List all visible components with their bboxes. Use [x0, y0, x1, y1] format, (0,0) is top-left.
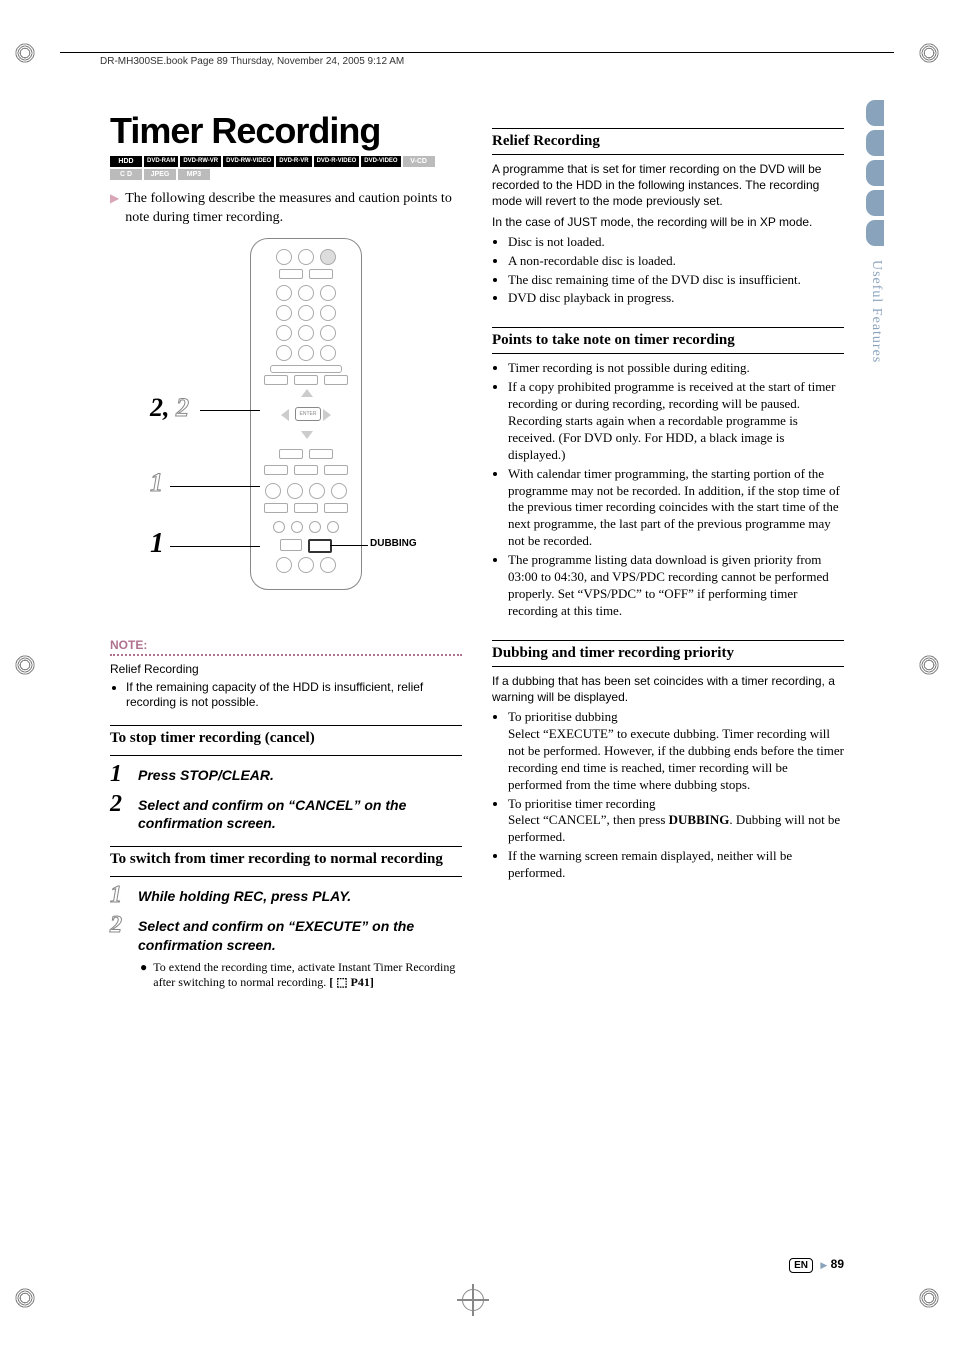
format-badge: DVD-RW-VIDEO: [223, 156, 274, 167]
list-item: To prioritise timer recording Select “CA…: [508, 796, 844, 847]
side-tab-icon: [866, 100, 884, 126]
step-number-outline: 1: [110, 883, 130, 907]
page-number: 89: [831, 1257, 844, 1271]
section-rule: [110, 755, 462, 756]
step-text: Select and confirm on “CANCEL” on the co…: [138, 796, 462, 832]
step-text: Press STOP/CLEAR.: [138, 766, 274, 784]
list-item: To prioritise dubbing Select “EXECUTE” t…: [508, 709, 844, 793]
triangle-right-icon: ▶: [110, 190, 119, 228]
format-badge: DVD-R-VR: [276, 156, 311, 167]
section-rule: [110, 876, 462, 877]
section-head-switch: To switch from timer recording to normal…: [110, 851, 462, 868]
format-badges: HDD DVD-RAM DVD-RW-VR DVD-RW-VIDEO DVD-R…: [110, 156, 462, 180]
list-item: With calendar timer programming, the sta…: [508, 466, 844, 550]
format-badge-disabled: MP3: [178, 169, 210, 180]
step-text: While holding REC, press PLAY.: [138, 887, 351, 905]
side-tab-icon: [866, 160, 884, 186]
step-number: 2: [110, 792, 130, 816]
list-item: Disc is not loaded.: [508, 234, 844, 251]
note-label: NOTE:: [110, 638, 462, 652]
crop-mark-icon: [10, 650, 40, 680]
format-badge: DVD-RW-VR: [180, 156, 221, 167]
header-rule: [60, 52, 894, 53]
dubbing-callout-label: DUBBING: [370, 538, 417, 549]
page-title: Timer Recording: [110, 110, 462, 152]
crop-mark-icon: [914, 650, 944, 680]
list-item: The programme listing data download is g…: [508, 552, 844, 620]
list-item: A non-recordable disc is loaded.: [508, 253, 844, 270]
format-badge-disabled: V-CD: [403, 156, 435, 167]
section-head-stop: To stop timer recording (cancel): [110, 730, 462, 747]
note-subhead: Relief Recording: [110, 662, 462, 676]
section-head-points: Points to take note on timer recording: [492, 327, 844, 354]
triangle-right-icon: ▶: [820, 1260, 827, 1270]
side-tab-icon: [866, 220, 884, 246]
section-rule: [110, 846, 462, 847]
format-badge: DVD-VIDEO: [361, 156, 400, 167]
header-meta: DR-MH300SE.book Page 89 Thursday, Novemb…: [100, 56, 404, 67]
list-item: DVD disc playback in progress.: [508, 290, 844, 307]
step-number: 1: [110, 762, 130, 786]
callout-step-2: 2, 2: [150, 393, 189, 423]
relief-para: In the case of JUST mode, the recording …: [492, 214, 844, 230]
sub-bullet: ● To extend the recording time, activate…: [140, 960, 462, 990]
side-tab-icon: [866, 190, 884, 216]
relief-para: A programme that is set for timer record…: [492, 161, 844, 210]
format-badge: HDD: [110, 156, 142, 167]
callout-step-1-outline: 1: [150, 468, 163, 498]
list-item: If a copy prohibited programme is receiv…: [508, 379, 844, 463]
crop-mark-icon: [914, 38, 944, 68]
step-number-outline: 2: [110, 913, 130, 937]
section-head-dub-priority: Dubbing and timer recording priority: [492, 640, 844, 667]
format-badge: DVD-R-VIDEO: [314, 156, 360, 167]
format-badge: DVD-RAM: [144, 156, 178, 167]
remote-illustration: ENTER 2, 2 1 1: [110, 238, 462, 618]
section-head-relief: Relief Recording: [492, 128, 844, 155]
list-item: If the warning screen remain displayed, …: [508, 848, 844, 882]
crop-mark-icon: [914, 1283, 944, 1313]
side-tab-icon: [866, 130, 884, 156]
callout-step-1-solid: 1: [150, 528, 164, 560]
page-footer: EN ▶ 89: [789, 1257, 844, 1271]
side-tab-label: Useful Features: [868, 260, 884, 363]
list-item: Timer recording is not possible during e…: [508, 360, 844, 377]
dub-priority-intro: If a dubbing that has been set coincides…: [492, 673, 844, 705]
crop-mark-icon: [10, 38, 40, 68]
dotted-rule: [110, 654, 462, 656]
registration-mark-icon: [462, 1289, 484, 1311]
note-item: If the remaining capacity of the HDD is …: [126, 680, 462, 711]
section-rule: [110, 725, 462, 726]
format-badge-disabled: C D: [110, 169, 142, 180]
lang-badge: EN: [789, 1258, 813, 1273]
side-tabs-stack: [866, 100, 884, 246]
format-badge-disabled: JPEG: [144, 169, 176, 180]
crop-mark-icon: [10, 1283, 40, 1313]
list-item: The disc remaining time of the DVD disc …: [508, 272, 844, 289]
step-text: Select and confirm on “EXECUTE” on the c…: [138, 917, 462, 953]
intro-text: The following describe the measures and …: [125, 190, 462, 228]
enter-button-label: ENTER: [295, 407, 321, 421]
